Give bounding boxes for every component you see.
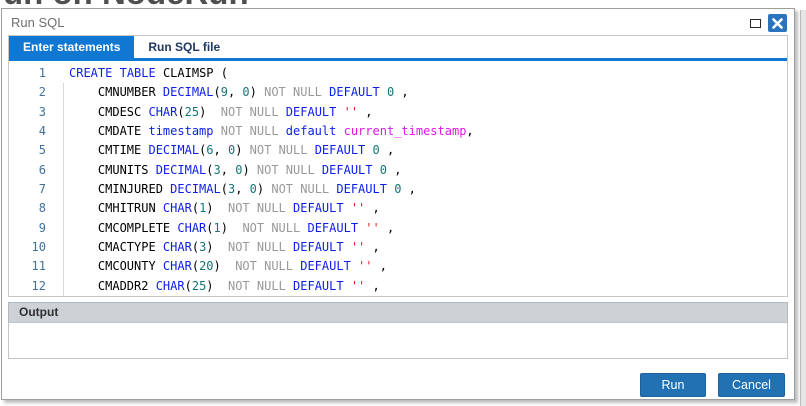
cancel-button[interactable]: Cancel	[718, 373, 785, 397]
line-number: 3	[9, 103, 46, 122]
tabs-widget: Enter statementsRun SQL file 12345678910…	[8, 35, 788, 297]
line-number: 11	[9, 257, 46, 276]
maximize-button[interactable]	[748, 16, 762, 30]
dialog-titlebar[interactable]: Run SQL	[2, 9, 794, 35]
tab-enter-statements[interactable]: Enter statements	[9, 36, 134, 58]
code-line: CMCOMPLETE CHAR(1) NOT NULL DEFAULT '' ,	[69, 219, 474, 238]
line-number: 10	[9, 238, 46, 257]
code-line: CMHITRUN CHAR(1) NOT NULL DEFAULT '' ,	[69, 199, 474, 218]
page-edge-strip	[800, 10, 806, 406]
run-sql-dialog: Run SQL Enter statementsRun SQL file 123…	[1, 8, 795, 400]
output-panel-header: Output	[8, 302, 788, 323]
output-content	[8, 322, 788, 359]
line-number: 1	[9, 64, 46, 83]
code-line: CMDESC CHAR(25) NOT NULL DEFAULT '' ,	[69, 103, 474, 122]
line-number: 6	[9, 161, 46, 180]
line-number: 7	[9, 180, 46, 199]
code-line: CMINJURED DECIMAL(3, 0) NOT NULL DEFAULT…	[69, 180, 474, 199]
run-button[interactable]: Run	[640, 373, 706, 397]
sql-editor[interactable]: 123456789101112 CREATE TABLE CLAIMSP ( C…	[9, 61, 787, 296]
window-controls	[748, 13, 787, 33]
line-number: 4	[9, 122, 46, 141]
line-number: 8	[9, 199, 46, 218]
dialog-footer: Run Cancel	[2, 373, 794, 397]
line-number: 2	[9, 83, 46, 102]
tab-bar: Enter statementsRun SQL file	[9, 36, 787, 58]
tab-run-sql-file[interactable]: Run SQL file	[134, 36, 234, 58]
close-icon	[772, 18, 783, 29]
close-button[interactable]	[768, 14, 787, 32]
code-line: CMDATE timestamp NOT NULL default curren…	[69, 122, 474, 141]
line-number: 12	[9, 277, 46, 296]
line-number: 9	[9, 219, 46, 238]
code-line: CREATE TABLE CLAIMSP (	[69, 64, 474, 83]
code-lines: CREATE TABLE CLAIMSP ( CMNUMBER DECIMAL(…	[69, 64, 474, 296]
maximize-icon	[750, 19, 761, 28]
code-line: CMUNITS DECIMAL(3, 0) NOT NULL DEFAULT 0…	[69, 161, 474, 180]
gutter: 123456789101112	[9, 64, 46, 296]
output-panel-title: Output	[19, 305, 58, 319]
line-number: 5	[9, 141, 46, 160]
dialog-title: Run SQL	[11, 15, 64, 30]
code-line: CMCOUNTY CHAR(20) NOT NULL DEFAULT '' ,	[69, 257, 474, 276]
code-line: CMTIME DECIMAL(6, 0) NOT NULL DEFAULT 0 …	[69, 141, 474, 160]
code-line: CMADDR2 CHAR(25) NOT NULL DEFAULT '' ,	[69, 277, 474, 296]
indent-guide-line	[63, 83, 64, 296]
code-line: CMNUMBER DECIMAL(9, 0) NOT NULL DEFAULT …	[69, 83, 474, 102]
code-line: CMACTYPE CHAR(3) NOT NULL DEFAULT '' ,	[69, 238, 474, 257]
